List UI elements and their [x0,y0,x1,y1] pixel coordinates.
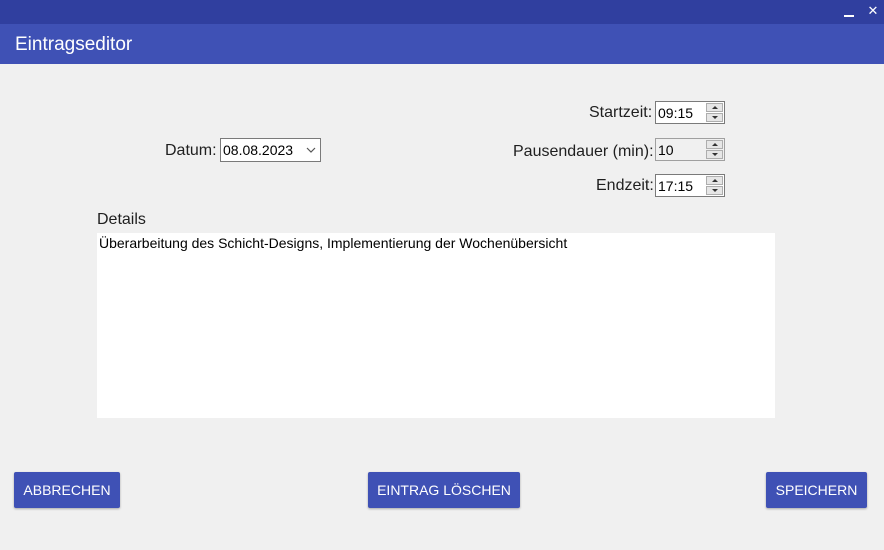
cancel-button[interactable]: ABBRECHEN [14,472,120,508]
date-value: 08.08.2023 [223,142,294,158]
date-label: Datum: [165,142,217,159]
minimize-icon[interactable] [840,2,858,22]
end-time-label: Endzeit: [596,177,654,194]
spin-up-icon[interactable] [706,176,723,185]
spin-down-icon[interactable] [706,113,723,122]
end-time-value: 17:15 [658,178,694,194]
page-title: Eintragseditor [15,34,133,55]
end-time-stepper[interactable]: 17:15 [655,174,725,197]
details-label: Details [97,211,146,228]
save-button[interactable]: SPEICHERN [766,472,867,508]
spin-up-icon[interactable] [706,140,723,149]
spin-down-icon[interactable] [706,186,723,195]
spin-up-icon[interactable] [706,103,723,112]
start-time-label: Startzeit: [589,104,653,121]
window-titlebar: ✕ [0,0,884,24]
date-picker[interactable]: 08.08.2023 [220,138,321,162]
spin-down-icon[interactable] [706,150,723,159]
details-text: Überarbeitung des Schicht-Designs, Imple… [99,235,568,251]
pause-duration-stepper[interactable]: 10 [655,138,725,161]
details-textarea[interactable]: Überarbeitung des Schicht-Designs, Imple… [97,233,775,418]
pause-duration-value: 10 [658,142,674,158]
start-time-stepper[interactable]: 09:15 [655,101,725,124]
app-header: Eintragseditor [0,24,884,64]
delete-entry-button[interactable]: EINTRAG LÖSCHEN [368,472,520,508]
pause-duration-label: Pausendauer (min): [513,143,654,160]
start-time-value: 09:15 [658,105,694,121]
chevron-down-icon[interactable] [305,144,317,156]
close-icon[interactable]: ✕ [864,2,882,22]
